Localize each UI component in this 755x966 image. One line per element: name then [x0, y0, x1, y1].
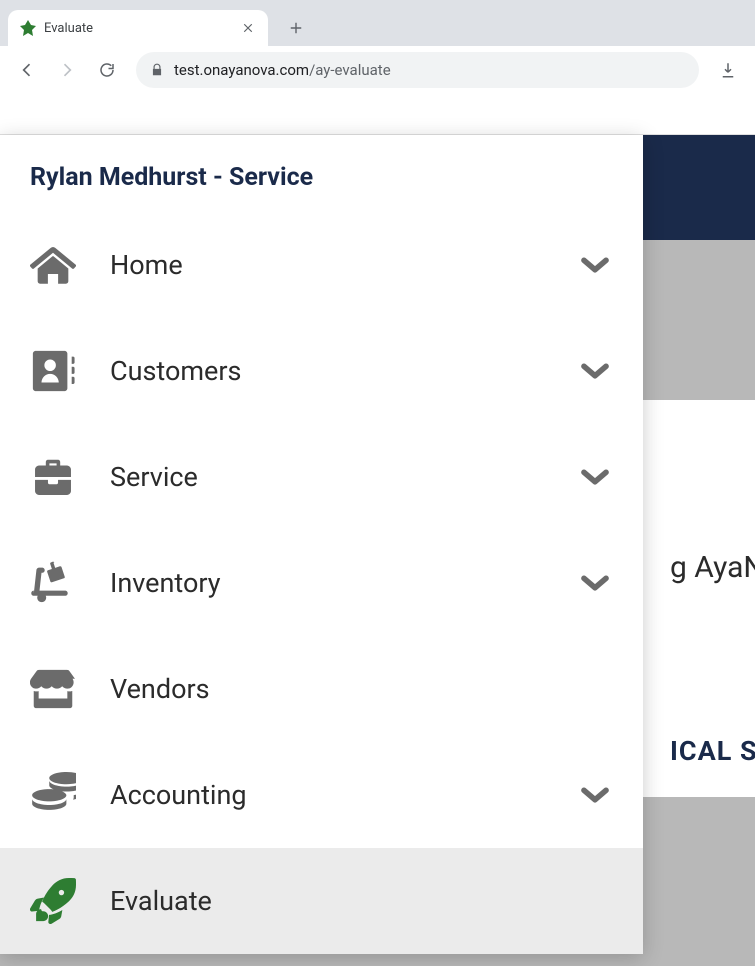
chevron-down-icon	[575, 352, 615, 390]
sidebar-item-label: Accounting	[110, 779, 575, 811]
sidebar-item-vendors[interactable]: Vendors	[0, 636, 643, 742]
sidebar-item-label: Inventory	[110, 567, 575, 599]
favicon-icon	[20, 20, 36, 36]
new-tab-button[interactable]	[282, 14, 310, 42]
sidebar-item-accounting[interactable]: Accounting	[0, 742, 643, 848]
sidebar-item-inventory[interactable]: Inventory	[0, 530, 643, 636]
toolbox-icon	[28, 454, 110, 500]
sidebar-item-label: Home	[110, 249, 575, 281]
tab-title: Evaluate	[44, 21, 232, 36]
background-text-fragment: g AyaNo	[670, 550, 755, 585]
rocket-icon	[28, 878, 110, 924]
dolly-icon	[28, 560, 110, 606]
back-button[interactable]	[10, 53, 44, 87]
home-icon	[28, 242, 110, 288]
sidebar-item-evaluate[interactable]: Evaluate	[0, 848, 643, 954]
chevron-down-icon	[575, 246, 615, 284]
url-path: /ay-evaluate	[309, 61, 391, 79]
forward-button[interactable]	[50, 53, 84, 87]
sidebar-item-home[interactable]: Home	[0, 212, 643, 318]
chevron-down-icon	[575, 564, 615, 602]
sidebar-item-label: Service	[110, 461, 575, 493]
sidebar-item-label: Vendors	[110, 673, 575, 705]
url-host: test.onayanova.com	[174, 61, 309, 79]
browser-chrome: Evaluate test.onayanova.com/ay-evaluate	[0, 0, 755, 94]
coins-icon	[28, 772, 110, 818]
background-text-fragment: ICAL SU	[670, 735, 755, 767]
tab-strip: Evaluate	[0, 0, 755, 46]
chevron-down-icon	[575, 458, 615, 496]
lock-icon	[150, 63, 164, 77]
contacts-icon	[28, 348, 110, 394]
sidebar-header: Rylan Medhurst - Service	[0, 135, 643, 212]
close-icon[interactable]	[240, 20, 256, 36]
background-card: g AyaNo ICAL SU	[640, 400, 755, 797]
sidebar-item-label: Evaluate	[110, 885, 575, 917]
sidebar-panel: Rylan Medhurst - Service Home Customers	[0, 135, 643, 954]
app-viewport: g AyaNo ICAL SU Rylan Medhurst - Service…	[0, 94, 755, 966]
browser-toolbar: test.onayanova.com/ay-evaluate	[0, 46, 755, 94]
chevron-down-icon	[575, 776, 615, 814]
reload-button[interactable]	[90, 53, 124, 87]
sidebar-item-service[interactable]: Service	[0, 424, 643, 530]
sidebar-item-customers[interactable]: Customers	[0, 318, 643, 424]
url-text: test.onayanova.com/ay-evaluate	[174, 61, 685, 79]
address-bar[interactable]: test.onayanova.com/ay-evaluate	[136, 52, 699, 88]
store-icon	[28, 666, 110, 712]
browser-tab[interactable]: Evaluate	[8, 10, 268, 46]
download-button[interactable]	[711, 53, 745, 87]
sidebar-item-label: Customers	[110, 355, 575, 387]
